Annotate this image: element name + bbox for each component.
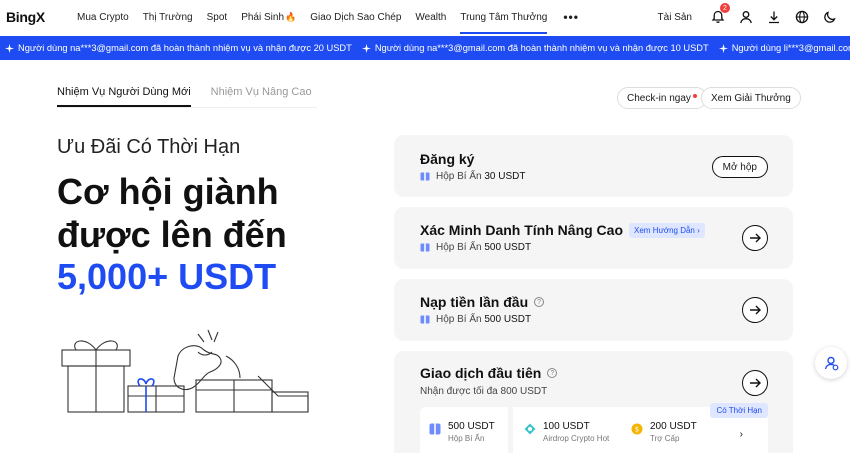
tab-divider bbox=[57, 107, 317, 108]
ticker-item: Người dùng na***3@gmail.com đã hoàn thàn… bbox=[361, 43, 709, 53]
mystery-box-icon bbox=[420, 243, 430, 252]
ticker-item: Người dùng li***3@gmail.com đã hoàn thàn… bbox=[718, 43, 850, 53]
nav-copy-trading[interactable]: Giao Dịch Sao Chép bbox=[303, 0, 408, 34]
task-card-deposit: Nạp tiền lần đầu ? Hộp Bí Ẩn 500 USDT bbox=[394, 279, 793, 341]
hero-title: Cơ hội giành được lên đến bbox=[57, 171, 287, 255]
nav-wealth[interactable]: Wealth bbox=[408, 0, 453, 34]
chevron-right-icon: › bbox=[739, 429, 743, 440]
assets-link[interactable]: Tài Sản bbox=[658, 12, 692, 23]
coin-icon: $ bbox=[631, 423, 643, 435]
reward-airdrop: 100 USDT Airdrop Crypto Hot bbox=[524, 421, 609, 443]
open-box-button[interactable]: Mở hộp bbox=[711, 156, 768, 178]
limited-time-badge: Có Thời Hạn bbox=[710, 403, 768, 418]
task-reward: Hộp Bí Ẩn 500 USDT bbox=[420, 242, 531, 253]
chevron-right-icon: › bbox=[697, 225, 700, 235]
dark-mode-icon[interactable] bbox=[816, 0, 844, 34]
nav-buy-crypto[interactable]: Mua Crypto bbox=[70, 0, 136, 34]
task-card-first-trade: Giao dịch đầu tiên ? Nhận được tối đa 80… bbox=[394, 351, 793, 453]
nav-derivatives[interactable]: Phái Sinh 🔥 bbox=[234, 0, 303, 34]
task-title: Đăng ký bbox=[420, 151, 475, 167]
download-icon[interactable] bbox=[760, 0, 788, 34]
reward-breakdown[interactable]: 500 USDT Hộp Bí Ẩn 100 USDT Airdrop Crypto… bbox=[420, 403, 768, 453]
task-title: Giao dịch đầu tiên ? bbox=[420, 365, 558, 381]
mystery-box-icon bbox=[420, 172, 430, 181]
task-card-register: Đăng ký Hộp Bí Ẩn 30 USDT Mở hộp bbox=[394, 135, 793, 197]
task-reward: Hộp Bí Ẩn 500 USDT bbox=[420, 314, 531, 325]
task-title: Nạp tiền lần đầu ? bbox=[420, 294, 545, 310]
reward-subsidy: $ 200 USDT Trợ Cấp bbox=[631, 421, 697, 443]
help-icon[interactable]: ? bbox=[534, 297, 545, 307]
sparkle-icon bbox=[718, 43, 728, 53]
go-arrow-button[interactable] bbox=[742, 297, 768, 323]
hero-subtitle: Ưu Đãi Có Thời Hạn bbox=[57, 136, 241, 158]
announcement-ticker: Người dùng na***3@gmail.com đã hoàn thàn… bbox=[0, 36, 850, 60]
task-subtitle: Nhận được tối đa 800 USDT bbox=[420, 386, 548, 397]
go-arrow-button[interactable] bbox=[742, 225, 768, 251]
airdrop-icon bbox=[524, 423, 536, 435]
hero-amount: 5,000+ USDT bbox=[57, 256, 277, 297]
task-reward: Hộp Bí Ẩn 30 USDT bbox=[420, 171, 526, 182]
sparkle-icon bbox=[361, 43, 371, 53]
arrow-right-icon bbox=[750, 305, 761, 315]
header-actions: Tài Sản 2 bbox=[658, 0, 850, 34]
checkin-button[interactable]: Check-in ngay bbox=[617, 87, 707, 109]
arrow-right-icon bbox=[750, 233, 761, 243]
go-arrow-button[interactable] bbox=[742, 370, 768, 396]
view-guide-button[interactable]: Xem Hướng Dẫn › bbox=[629, 222, 705, 238]
nav-markets[interactable]: Thị Trường bbox=[136, 0, 200, 34]
more-menu-icon[interactable]: ••• bbox=[554, 0, 588, 34]
bingx-logo[interactable]: BingX bbox=[6, 9, 45, 25]
ticker-item: Người dùng na***3@gmail.com đã hoàn thàn… bbox=[5, 43, 352, 53]
help-icon[interactable]: ? bbox=[547, 368, 558, 378]
task-card-kyc: Xác Minh Danh Tính Nâng Cao Xem Hướng Dẫ… bbox=[394, 207, 793, 269]
arrow-right-icon bbox=[750, 378, 761, 388]
tab-advanced-tasks[interactable]: Nhiệm Vụ Nâng Cao bbox=[211, 86, 312, 107]
mystery-box-icon bbox=[429, 423, 441, 435]
nav-spot[interactable]: Spot bbox=[200, 0, 235, 34]
reward-mystery-box: 500 USDT Hộp Bí Ẩn bbox=[429, 421, 495, 443]
sparkle-icon bbox=[5, 43, 14, 53]
support-icon bbox=[824, 356, 839, 371]
mystery-box-icon bbox=[420, 315, 430, 324]
view-rewards-button[interactable]: Xem Giải Thưởng bbox=[701, 87, 801, 109]
checkin-dot bbox=[692, 94, 697, 98]
fire-icon: 🔥 bbox=[285, 11, 297, 22]
user-icon[interactable] bbox=[732, 0, 760, 34]
support-chat-button[interactable] bbox=[815, 347, 847, 379]
top-header: BingX Mua Crypto Thị Trường Spot Phái Si… bbox=[0, 0, 850, 34]
svg-text:$: $ bbox=[635, 426, 639, 434]
task-title: Xác Minh Danh Tính Nâng Cao Xem Hướng Dẫ… bbox=[420, 222, 705, 238]
tab-new-user-tasks[interactable]: Nhiệm Vụ Người Dùng Mới bbox=[57, 86, 191, 107]
task-tabs: Nhiệm Vụ Người Dùng Mới Nhiệm Vụ Nâng Ca… bbox=[57, 86, 332, 107]
main-nav: Mua Crypto Thị Trường Spot Phái Sinh 🔥 Gi… bbox=[70, 0, 588, 34]
gift-illustration bbox=[61, 329, 309, 413]
notification-badge: 2 bbox=[720, 3, 730, 13]
reward-separator bbox=[508, 407, 513, 453]
nav-rewards-center[interactable]: Trung Tâm Thưởng bbox=[453, 0, 554, 34]
notification-bell-icon[interactable]: 2 bbox=[704, 0, 732, 34]
globe-icon[interactable] bbox=[788, 0, 816, 34]
